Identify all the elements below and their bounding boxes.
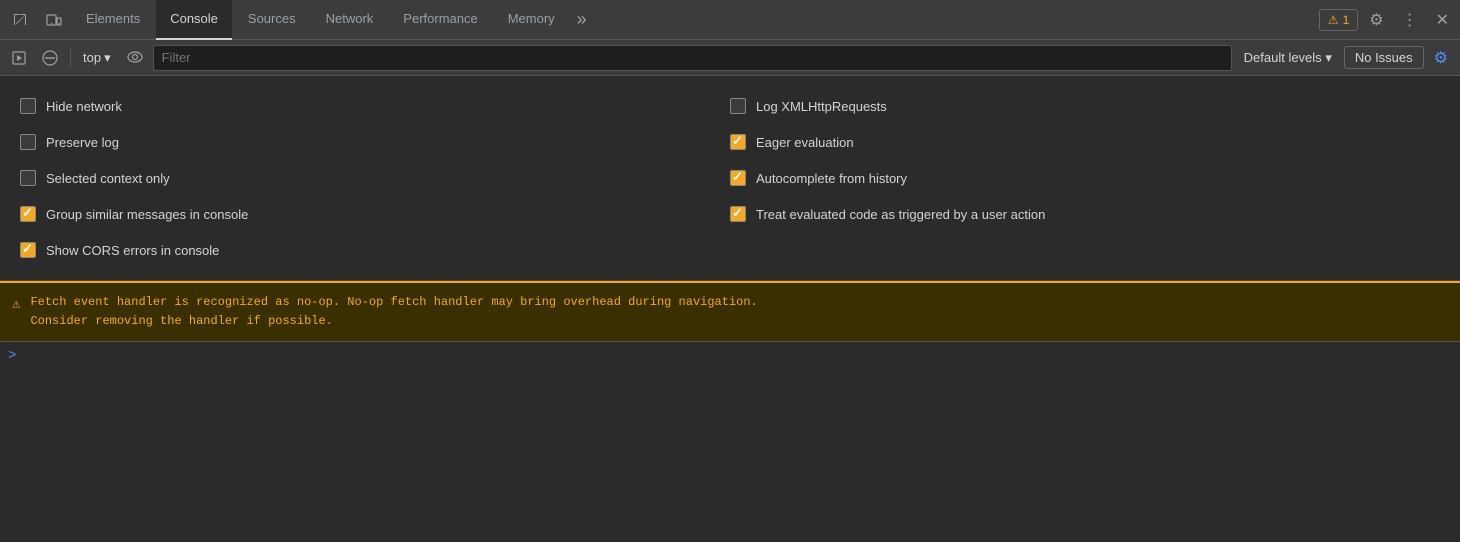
tab-sources[interactable]: Sources (234, 0, 310, 40)
tab-bar-actions: ⚠ 1 ⚙ ⋮ ✕ (1319, 5, 1456, 35)
tab-network[interactable]: Network (312, 0, 388, 40)
console-input[interactable] (22, 349, 1452, 364)
console-prompt: > (8, 348, 16, 364)
warning-message: ⚠ Fetch event handler is recognized as n… (0, 281, 1460, 342)
context-arrow-icon: ▾ (104, 50, 111, 66)
default-levels-button[interactable]: Default levels ▾ (1236, 47, 1340, 69)
selected-context-label: Selected context only (46, 171, 170, 186)
settings-right-column: Log XMLHttpRequests Eager evaluation Aut… (730, 88, 1440, 268)
context-selector[interactable]: top ▾ (77, 47, 117, 69)
treat-evaluated-checkbox[interactable] (730, 206, 746, 222)
no-issues-button[interactable]: No Issues (1344, 46, 1424, 69)
hide-network-checkbox[interactable] (20, 98, 36, 114)
warning-badge-icon: ⚠ (1328, 13, 1339, 27)
inspect-element-button[interactable] (4, 6, 36, 34)
devtools-close-button[interactable]: ✕ (1429, 5, 1456, 35)
console-input-row: > (0, 342, 1460, 370)
autocomplete-history-row[interactable]: Autocomplete from history (730, 160, 1440, 196)
group-similar-checkbox[interactable] (20, 206, 36, 222)
devtools-settings-button[interactable]: ⚙ (1362, 5, 1390, 35)
warning-badge-count: 1 (1343, 13, 1350, 27)
tab-memory[interactable]: Memory (494, 0, 569, 40)
hide-network-label: Hide network (46, 99, 122, 114)
warning-line2: Consider removing the handler if possibl… (30, 312, 757, 331)
levels-arrow-icon: ▾ (1325, 50, 1332, 65)
tab-list: Elements Console Sources Network Perform… (4, 0, 593, 40)
log-xml-checkbox[interactable] (730, 98, 746, 114)
preserve-log-label: Preserve log (46, 135, 119, 150)
warning-line1: Fetch event handler is recognized as no-… (30, 293, 757, 312)
context-label: top (83, 50, 101, 65)
console-toolbar: top ▾ Default levels ▾ No Issues ⚙ (0, 40, 1460, 76)
group-similar-label: Group similar messages in console (46, 207, 248, 222)
eager-eval-label: Eager evaluation (756, 135, 854, 150)
settings-panel: Hide network Preserve log Selected conte… (0, 76, 1460, 281)
eager-eval-checkbox[interactable] (730, 134, 746, 150)
log-xml-label: Log XMLHttpRequests (756, 99, 887, 114)
tab-bar: Elements Console Sources Network Perform… (0, 0, 1460, 40)
show-cors-label: Show CORS errors in console (46, 243, 219, 258)
tab-elements[interactable]: Elements (72, 0, 154, 40)
treat-evaluated-label: Treat evaluated code as triggered by a u… (756, 207, 1045, 222)
more-tabs-button[interactable]: » (571, 9, 593, 30)
show-cors-row[interactable]: Show CORS errors in console (20, 232, 730, 268)
group-similar-row[interactable]: Group similar messages in console (20, 196, 730, 232)
preserve-log-row[interactable]: Preserve log (20, 124, 730, 160)
tab-performance[interactable]: Performance (389, 0, 491, 40)
settings-left-column: Hide network Preserve log Selected conte… (20, 88, 730, 268)
clear-console-button[interactable] (36, 46, 64, 70)
show-cors-checkbox[interactable] (20, 242, 36, 258)
hide-network-row[interactable]: Hide network (20, 88, 730, 124)
toolbar-divider (70, 48, 71, 68)
preserve-log-checkbox[interactable] (20, 134, 36, 150)
tab-console[interactable]: Console (156, 0, 232, 40)
autocomplete-history-label: Autocomplete from history (756, 171, 907, 186)
levels-label: Default levels (1244, 50, 1322, 65)
autocomplete-history-checkbox[interactable] (730, 170, 746, 186)
eye-button[interactable] (121, 46, 149, 70)
device-toggle-button[interactable] (38, 6, 70, 34)
selected-context-row[interactable]: Selected context only (20, 160, 730, 196)
warning-message-text: Fetch event handler is recognized as no-… (30, 293, 757, 331)
treat-evaluated-row[interactable]: Treat evaluated code as triggered by a u… (730, 196, 1440, 232)
console-settings-gear-button[interactable]: ⚙ (1428, 44, 1454, 72)
devtools-more-button[interactable]: ⋮ (1395, 5, 1425, 35)
filter-input[interactable] (153, 45, 1232, 71)
log-xml-row[interactable]: Log XMLHttpRequests (730, 88, 1440, 124)
warning-count-button[interactable]: ⚠ 1 (1319, 9, 1358, 31)
selected-context-checkbox[interactable] (20, 170, 36, 186)
execute-button[interactable] (6, 47, 32, 69)
warning-message-icon: ⚠ (12, 294, 20, 316)
eager-eval-row[interactable]: Eager evaluation (730, 124, 1440, 160)
